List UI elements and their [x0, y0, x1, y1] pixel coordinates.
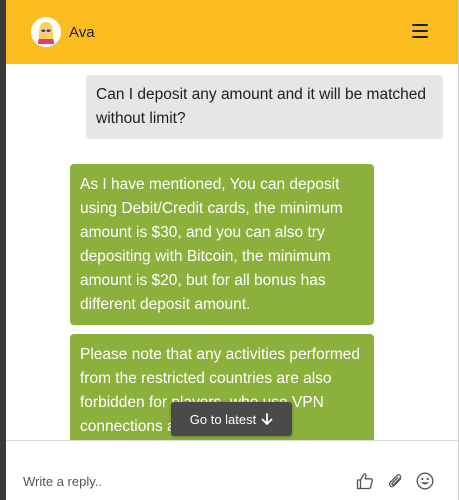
- paperclip-icon[interactable]: [386, 471, 406, 491]
- go-to-latest-label: Go to latest: [189, 411, 257, 427]
- hamburger-menu-icon[interactable]: [410, 22, 430, 40]
- bot-name: Ava: [69, 24, 95, 41]
- bot-message: As I have mentioned, You can deposit usi…: [70, 164, 374, 325]
- message-list[interactable]: Can I deposit any amount and it will be …: [6, 64, 458, 440]
- user-message: Can I deposit any amount and it will be …: [86, 75, 443, 139]
- chat-header: Ava: [6, 0, 458, 64]
- arrow-down-icon: [261, 412, 273, 425]
- smiley-icon[interactable]: [415, 471, 435, 491]
- go-to-latest-button[interactable]: Go to latest: [171, 402, 292, 436]
- woman-avatar-icon: [31, 17, 61, 47]
- reply-input[interactable]: [23, 471, 323, 491]
- thumbs-up-icon[interactable]: [355, 471, 375, 491]
- composer: [6, 440, 458, 500]
